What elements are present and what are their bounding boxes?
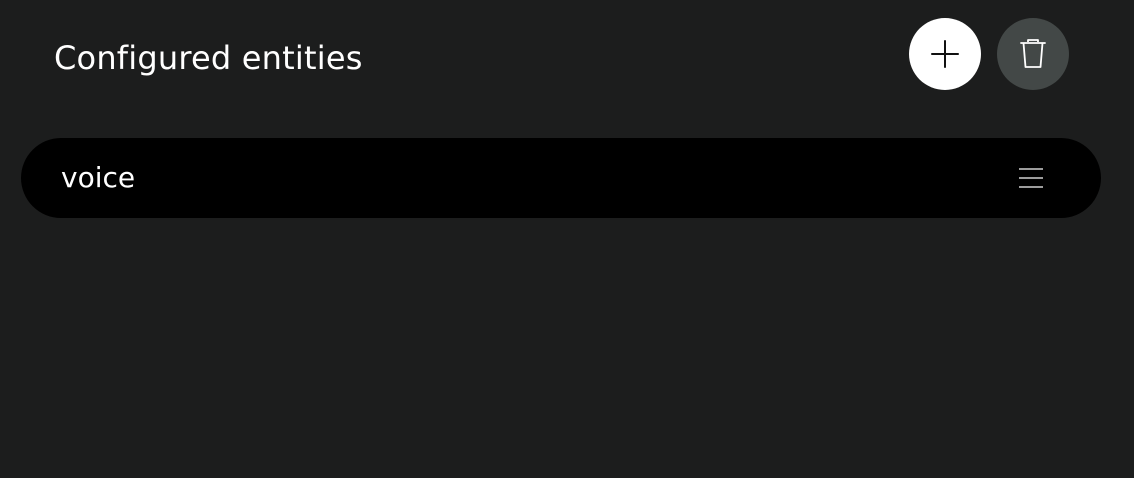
plus-icon — [930, 39, 960, 69]
page-title: Configured entities — [54, 39, 363, 77]
drag-handle-icon[interactable] — [1017, 166, 1045, 190]
entity-list: voice — [21, 138, 1101, 218]
trash-icon — [1019, 38, 1047, 70]
entity-label: voice — [61, 161, 136, 194]
delete-entity-button[interactable] — [997, 18, 1069, 90]
header-actions — [909, 18, 1069, 90]
entity-item[interactable]: voice — [21, 138, 1101, 218]
configured-entities-screen: Configured entities voice — [0, 0, 1134, 478]
add-entity-button[interactable] — [909, 18, 981, 90]
